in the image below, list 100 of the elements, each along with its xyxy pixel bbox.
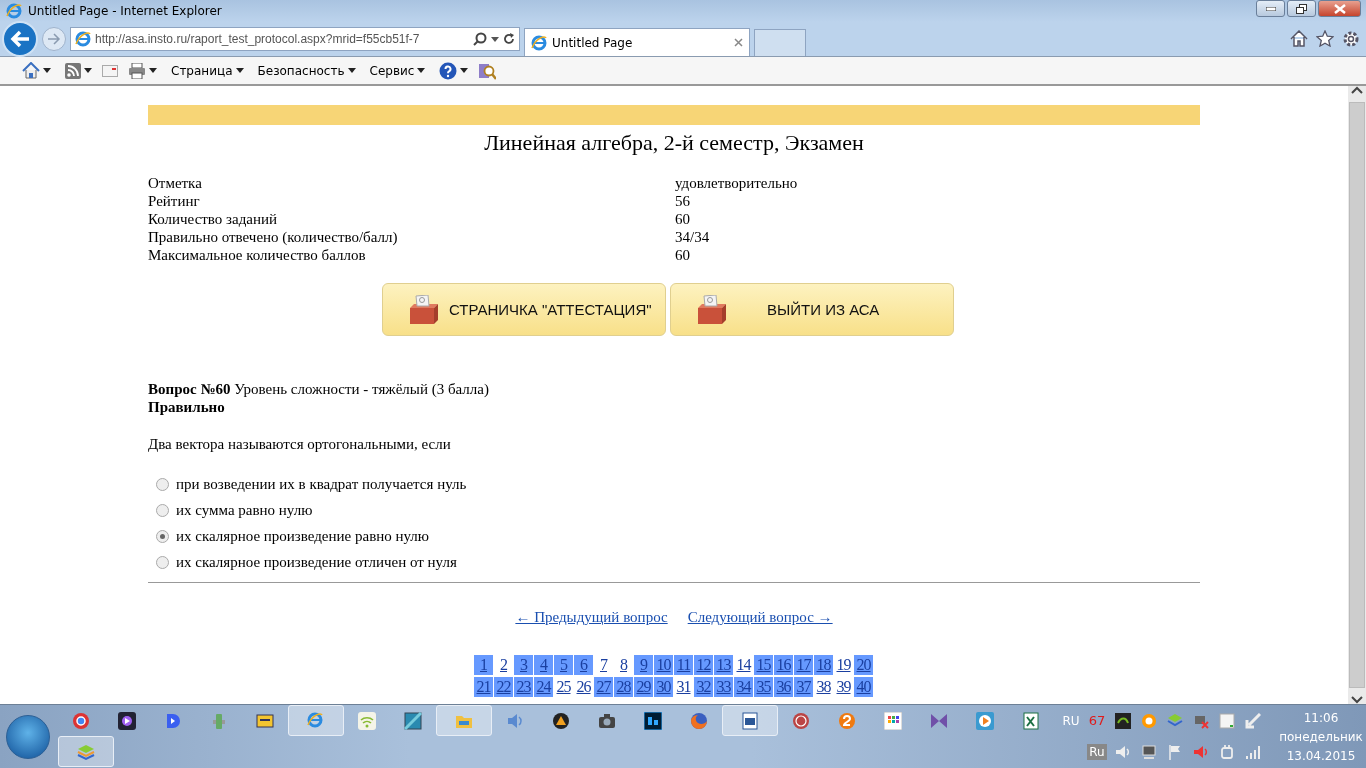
dropdown-icon[interactable] [491,36,499,42]
next-link[interactable]: Следующий вопрос → [687,609,833,626]
ring-icon[interactable] [1141,712,1157,729]
power-plug-icon[interactable] [1219,743,1235,760]
flag-icon[interactable] [1167,743,1183,760]
question-link[interactable]: 18 [814,655,833,675]
drive-icon[interactable] [1219,712,1235,729]
question-link[interactable]: 17 [794,655,813,675]
question-link[interactable]: 39 [834,677,853,697]
radio-button[interactable] [156,555,169,569]
question-link[interactable]: 32 [694,677,713,697]
question-link[interactable]: 29 [634,677,653,697]
question-link[interactable]: 26 [574,677,593,697]
question-link[interactable]: 6 [574,655,593,675]
question-link[interactable]: 7 [594,655,613,675]
question-link[interactable]: 10 [654,655,673,675]
start-button[interactable] [6,715,50,759]
question-link[interactable]: 15 [754,655,773,675]
play-app-icon [164,711,182,730]
radio-button[interactable] [156,477,169,491]
taskbar-button[interactable] [722,705,778,736]
tab-close-icon[interactable] [734,38,743,47]
question-link[interactable]: 13 [714,655,733,675]
address-field[interactable]: http://asa.insto.ru/raport_test_protocol.aspx?mrid=f55cb51f-7 [70,27,520,51]
volume-icon[interactable] [1193,743,1209,760]
research-icon[interactable] [478,61,497,80]
menu-button[interactable]: Сервис [365,63,430,78]
question-link[interactable]: 23 [514,677,533,697]
language-indicator[interactable]: RU [1062,713,1080,728]
search-icon[interactable] [473,32,487,46]
layers-icon[interactable] [1167,712,1183,729]
radio-button[interactable] [156,503,169,517]
scroll-down-icon[interactable] [1351,696,1363,704]
clock[interactable]: 11:06 понедельник 13.04.2015 [1276,705,1366,768]
speaker-icon[interactable] [1115,743,1131,760]
number-app-icon [838,711,856,730]
bowtie-app-icon [930,711,948,730]
question-link[interactable]: 19 [834,655,853,675]
question-link[interactable]: 31 [674,677,693,697]
question-link[interactable]: 25 [554,677,573,697]
menu-button[interactable]: Безопасность [253,63,360,78]
tab-label: Untitled Page [552,35,633,50]
close-button[interactable] [1318,0,1361,17]
feed-icon[interactable] [65,62,81,79]
signal-icon[interactable] [1245,743,1261,760]
nav-button[interactable]: ВЫЙТИ ИЗ АСА [670,283,954,336]
question-link[interactable]: 22 [494,677,513,697]
star-icon[interactable] [1316,30,1334,47]
previous-link[interactable]: ← Предыдущий вопрос [515,609,668,626]
minimize-button[interactable] [1256,0,1285,17]
mail-icon[interactable] [102,64,118,77]
printer-icon[interactable] [128,62,146,79]
player-app-icon [976,711,994,730]
restore-icon [1296,3,1307,14]
question-link[interactable]: 35 [754,677,773,697]
monitor-icon[interactable] [1141,743,1157,760]
home-icon[interactable] [1290,30,1308,47]
question-link[interactable]: 16 [774,655,793,675]
new-tab-button[interactable] [754,29,806,56]
field-value: 34/34 [675,228,711,246]
clock-day: понедельник [1279,729,1363,744]
question-link[interactable]: 30 [654,677,673,697]
question-link[interactable]: 8 [614,655,633,675]
question-link[interactable]: 9 [634,655,653,675]
scrollbar[interactable] [1348,86,1366,704]
menu-button[interactable]: Страница [167,63,248,78]
back-button[interactable] [2,21,38,57]
nav-button[interactable]: СТРАНИЧКА "АТТЕСТАЦИЯ" [382,283,666,336]
scroll-up-icon[interactable] [1351,86,1363,94]
home-icon[interactable] [22,62,40,79]
question-link[interactable]: 28 [614,677,633,697]
settings-icon[interactable] [1342,30,1360,48]
question-link[interactable]: 20 [854,655,873,675]
question-link[interactable]: 14 [734,655,753,675]
field-value: 60 [675,246,691,264]
question-link[interactable]: 5 [554,655,573,675]
question-link[interactable]: 2 [494,655,513,675]
question-link[interactable]: 11 [674,655,693,675]
question-link[interactable]: 24 [534,677,553,697]
question-link[interactable]: 3 [514,655,533,675]
radio-button[interactable] [156,529,169,543]
refresh-icon[interactable] [503,33,515,45]
question-link[interactable]: 37 [794,677,813,697]
question-link[interactable]: 38 [814,677,833,697]
question-link[interactable]: 12 [694,655,713,675]
question-link[interactable]: 40 [854,677,873,697]
help-icon[interactable] [439,61,458,80]
option-label: их скалярное произведение отличен от нуля [176,553,457,571]
question-link[interactable]: 33 [714,677,733,697]
forward-button[interactable] [42,27,66,51]
restore-button[interactable] [1287,0,1316,17]
question-link[interactable]: 21 [474,677,493,697]
question-link[interactable]: 34 [734,677,753,697]
question-link[interactable]: 27 [594,677,613,697]
question-link[interactable]: 36 [774,677,793,697]
arrow-icon[interactable] [1245,712,1261,729]
question-link[interactable]: 1 [474,655,493,675]
browser-tab[interactable]: Untitled Page [524,28,750,56]
question-link[interactable]: 4 [534,655,553,675]
input-language-indicator[interactable]: Ru [1087,743,1107,760]
